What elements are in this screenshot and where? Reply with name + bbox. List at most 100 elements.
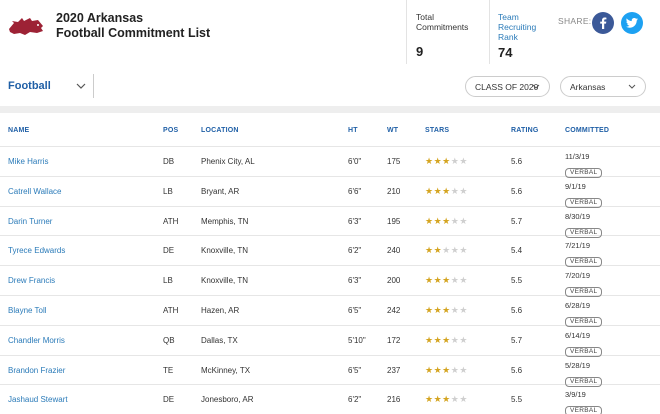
commit-info: 3/9/19 VERBAL bbox=[565, 390, 603, 414]
table-row: Catrell Wallace LB Bryant, AR 6'6" 210 ★… bbox=[0, 177, 660, 208]
commit-date: 5/28/19 bbox=[565, 360, 591, 370]
commit-info: 5/28/19 VERBAL bbox=[565, 360, 603, 388]
player-name-link[interactable]: Darin Turner bbox=[8, 217, 52, 226]
player-location: Jonesboro, AR bbox=[201, 395, 254, 405]
star-icon: ★ bbox=[433, 215, 443, 226]
page-header: 2020 Arkansas Football Commitment List T… bbox=[0, 0, 660, 70]
star-icon: ★ bbox=[433, 364, 443, 375]
star-icon: ★ bbox=[425, 215, 434, 226]
player-height: 6'6" bbox=[348, 186, 362, 196]
star-icon: ★ bbox=[459, 156, 468, 166]
player-location: Dallas, TX bbox=[201, 335, 238, 345]
star-icon: ★ bbox=[442, 156, 451, 166]
player-name-link[interactable]: Brandon Frazier bbox=[8, 366, 65, 375]
table-row: Jashaud Stewart DE Jonesboro, AR 6'2" 21… bbox=[0, 385, 660, 414]
star-icon: ★ bbox=[459, 245, 468, 256]
player-rating: 5.7 bbox=[511, 335, 523, 345]
star-icon: ★ bbox=[442, 275, 451, 286]
star-icon: ★ bbox=[433, 156, 443, 166]
player-rating: 5.5 bbox=[511, 395, 523, 405]
table-row: Darin Turner ATH Memphis, TN 6'3" 195 ★★… bbox=[0, 207, 660, 239]
player-weight: 195 bbox=[387, 216, 401, 226]
player-name-link[interactable]: Mike Harris bbox=[8, 157, 48, 166]
team-rank-stat[interactable]: Team Recruiting Rank 74 bbox=[498, 12, 536, 60]
column-header-committed[interactable]: COMMITTED bbox=[565, 127, 609, 134]
player-location: Knoxville, TN bbox=[201, 246, 248, 256]
column-header-location[interactable]: LOCATION bbox=[201, 127, 239, 134]
commit-date: 6/14/19 bbox=[565, 330, 591, 340]
player-rating: 5.6 bbox=[511, 186, 523, 196]
player-name-link[interactable]: Tyrece Edwards bbox=[8, 246, 65, 255]
column-header-pos[interactable]: POS bbox=[163, 127, 178, 134]
star-icon: ★ bbox=[442, 394, 451, 405]
star-icon: ★ bbox=[459, 215, 468, 226]
star-icon: ★ bbox=[433, 304, 443, 315]
table-row: Blayne Toll ATH Hazen, AR 6'5" 242 ★★★★★… bbox=[0, 296, 660, 327]
commit-date: 8/30/19 bbox=[565, 211, 591, 221]
star-icon: ★ bbox=[433, 185, 443, 196]
team-select[interactable]: Arkansas bbox=[560, 76, 646, 97]
player-weight: 216 bbox=[387, 395, 401, 405]
star-icon: ★ bbox=[425, 364, 434, 375]
team-rank-link[interactable]: Team Recruiting Rank bbox=[498, 12, 536, 42]
star-icon: ★ bbox=[459, 185, 468, 196]
commit-date: 11/3/19 bbox=[565, 152, 590, 161]
player-name-link[interactable]: Drew Francis bbox=[8, 276, 55, 285]
column-header-wt[interactable]: WT bbox=[387, 127, 398, 134]
star-icon: ★ bbox=[425, 394, 434, 405]
player-rating: 5.6 bbox=[511, 157, 523, 166]
team-value: Arkansas bbox=[570, 81, 606, 92]
chevron-down-icon[interactable] bbox=[76, 82, 86, 90]
table-header: NAME POS LOCATION HT WT STARS RATING COM… bbox=[0, 113, 660, 147]
star-icon: ★ bbox=[442, 185, 451, 196]
player-name-link[interactable]: Catrell Wallace bbox=[8, 187, 62, 196]
player-height: 6'5" bbox=[348, 305, 362, 315]
commit-info: 7/20/19 VERBAL bbox=[565, 271, 603, 298]
star-icon: ★ bbox=[442, 245, 451, 256]
facebook-share-button[interactable] bbox=[592, 12, 614, 34]
player-height: 6'5" bbox=[348, 365, 362, 375]
player-height: 6'2" bbox=[348, 395, 362, 405]
star-icon: ★ bbox=[433, 334, 443, 345]
commit-info: 7/21/19 VERBAL bbox=[565, 241, 603, 268]
player-rating: 5.6 bbox=[511, 365, 523, 375]
player-name-link[interactable]: Chandler Morris bbox=[8, 336, 65, 345]
commit-info: 6/14/19 VERBAL bbox=[565, 330, 603, 358]
player-position: DB bbox=[163, 157, 175, 166]
facebook-icon bbox=[600, 17, 607, 29]
player-name-link[interactable]: Blayne Toll bbox=[8, 306, 47, 315]
player-position: DE bbox=[163, 395, 175, 405]
star-icon: ★ bbox=[442, 364, 451, 375]
column-header-ht[interactable]: HT bbox=[348, 127, 358, 134]
commit-date: 9/1/19 bbox=[565, 181, 586, 191]
commit-info: 11/3/19 VERBAL bbox=[565, 152, 603, 179]
twitter-share-button[interactable] bbox=[621, 12, 643, 34]
player-location: Memphis, TN bbox=[201, 216, 249, 226]
column-header-name[interactable]: NAME bbox=[8, 127, 29, 134]
table-row: Drew Francis LB Knoxville, TN 6'3" 200 ★… bbox=[0, 266, 660, 298]
star-rating: ★★★★★ bbox=[425, 245, 468, 256]
star-icon: ★ bbox=[459, 334, 468, 345]
total-commitments-value: 9 bbox=[416, 44, 424, 59]
class-year-select[interactable]: CLASS OF 2020 bbox=[465, 76, 550, 97]
column-header-stars[interactable]: STARS bbox=[425, 127, 449, 134]
star-icon: ★ bbox=[459, 304, 468, 315]
star-icon: ★ bbox=[459, 394, 468, 405]
player-position: DE bbox=[163, 246, 175, 256]
star-rating: ★★★★★ bbox=[425, 335, 468, 346]
column-header-rating[interactable]: RATING bbox=[511, 127, 539, 134]
commit-info: 8/30/19 VERBAL bbox=[565, 211, 603, 239]
divider bbox=[93, 74, 94, 98]
class-year-value: CLASS OF 2020 bbox=[475, 81, 539, 92]
player-location: Phenix City, AL bbox=[201, 157, 255, 166]
commitment-table: NAME POS LOCATION HT WT STARS RATING COM… bbox=[0, 113, 660, 414]
commit-date: 6/28/19 bbox=[565, 300, 591, 310]
sport-select[interactable]: Football bbox=[8, 80, 51, 92]
player-height: 6'2" bbox=[348, 246, 362, 256]
star-icon: ★ bbox=[442, 304, 451, 315]
star-icon: ★ bbox=[425, 334, 434, 345]
status-badge: VERBAL bbox=[565, 406, 603, 414]
player-rating: 5.4 bbox=[511, 246, 523, 256]
player-name-link[interactable]: Jashaud Stewart bbox=[8, 395, 68, 404]
razorback-logo bbox=[9, 18, 43, 35]
